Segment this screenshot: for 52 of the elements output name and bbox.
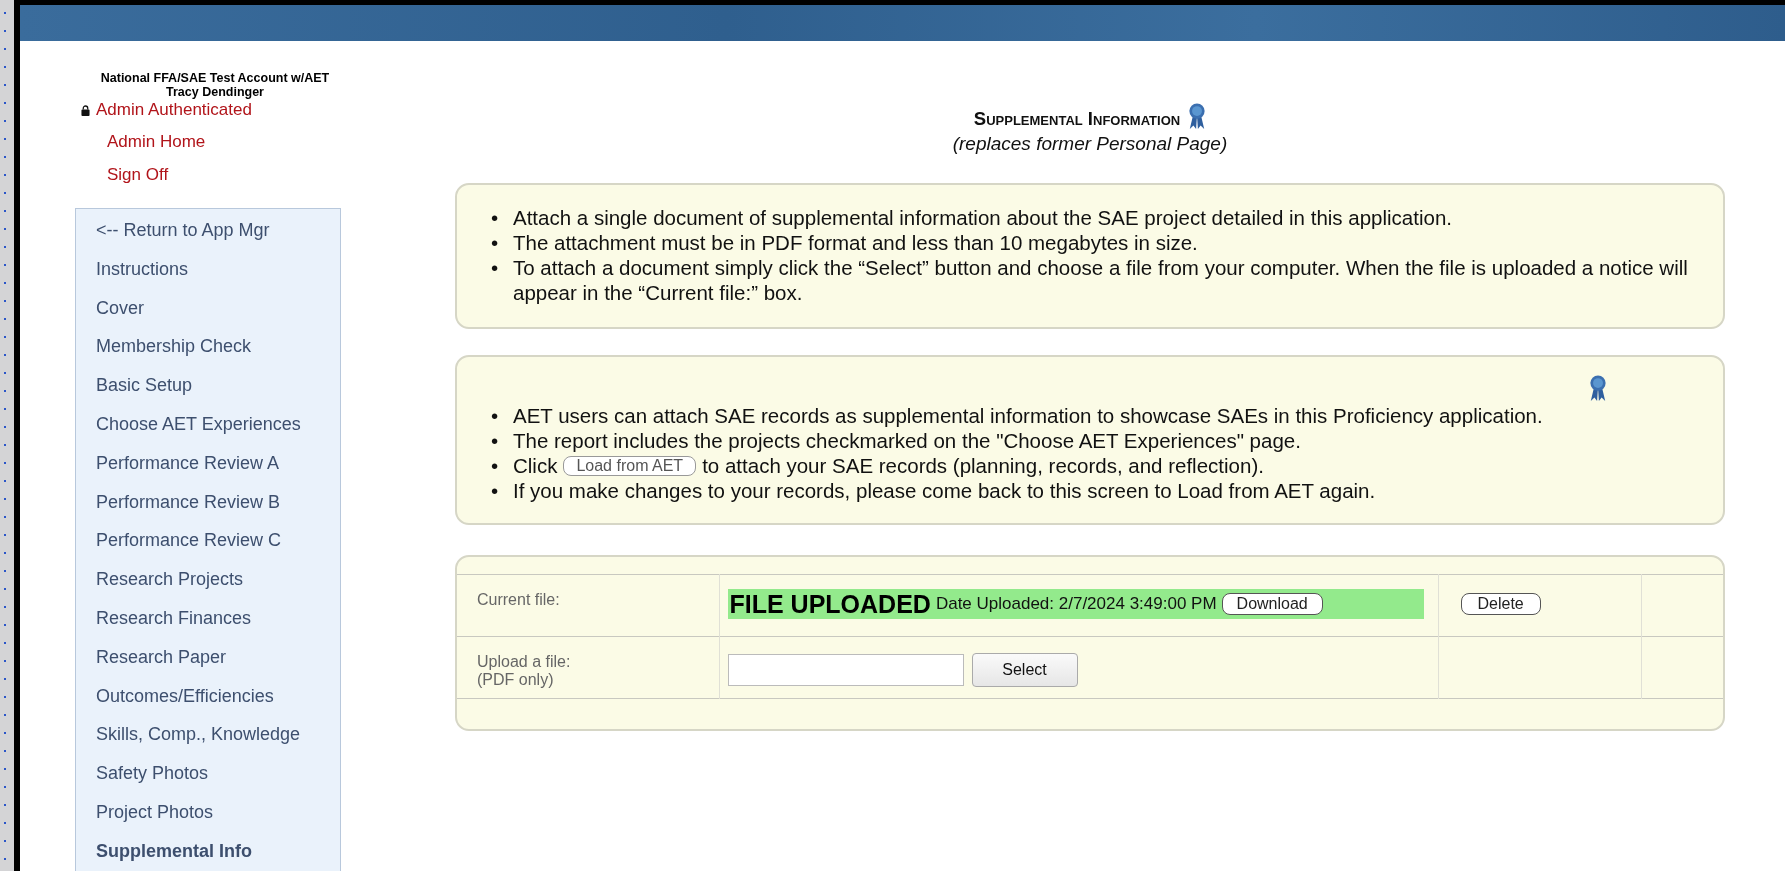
sidebar-item[interactable]: Choose AET Experiences <box>76 405 340 444</box>
sidebar-item[interactable]: Research Finances <box>76 598 340 638</box>
bullet-marker: • <box>491 453 500 478</box>
instruction-text: To attach a document simply click the “Select” button and choose a file from your computer. When the file is uploaded a notice will appear in the “Current file:” box. <box>513 255 1689 305</box>
ribbon-icon <box>1589 375 1607 402</box>
sidebar-item[interactable]: Performance Review B <box>76 482 340 522</box>
sidebar-item[interactable]: Research Paper <box>76 637 340 677</box>
bullet-marker: • <box>491 255 500 280</box>
page-title: Supplemental Information <box>973 108 1181 130</box>
field-note: (PDF only) <box>477 671 555 689</box>
sidebar-item[interactable]: Skills, Comp., Knowledge <box>76 715 340 755</box>
auth-status: Admin Authenticated <box>96 100 252 120</box>
lock-icon <box>81 104 90 116</box>
header-link[interactable]: Sign Off <box>107 163 169 186</box>
select-button[interactable]: Select <box>971 653 1078 687</box>
sidebar-item[interactable]: Research Projects <box>76 560 340 599</box>
bullet-marker: • <box>491 403 500 428</box>
upload-date: Date Uploaded: 2/7/2024 3:49:00 PM <box>935 594 1217 614</box>
sidebar-item[interactable]: Cover <box>76 288 340 328</box>
header-link[interactable]: Admin Home <box>107 130 206 153</box>
bullet-marker: • <box>491 205 500 230</box>
page-subtitle: (replaces former Personal Page) <box>951 133 1229 155</box>
notice-text: AET users can attach SAE records as supplemental information to showcase SAEs in this Proficiency application. <box>513 403 1543 428</box>
instruction-text: Attach a single document of supplemental information about the SAE project detailed in this application. <box>513 205 1453 230</box>
sidebar-item[interactable]: <-- Return to App Mgr <box>76 211 340 250</box>
account-name: National FFA/SAE Test Account w/AET <box>99 71 331 85</box>
file-name-field[interactable] <box>727 654 964 686</box>
sidebar-item[interactable]: Supplemental Info <box>76 831 340 871</box>
sidebar-item[interactable]: Performance Review A <box>76 443 340 483</box>
sidebar-item[interactable]: Safety Photos <box>76 754 340 793</box>
sidebar-item[interactable]: Project Photos <box>76 792 340 832</box>
download-button[interactable]: Download <box>1221 593 1323 615</box>
notice-text: The report includes the projects checkmarked on the "Choose AET Experiences" page. <box>513 428 1301 453</box>
bullet-marker: • <box>491 428 500 453</box>
field-label: Upload a file: <box>477 653 572 671</box>
instruction-text: The attachment must be in PDF format and less than 10 megabytes in size. <box>513 230 1198 255</box>
notice-text: If you make changes to your records, please come back to this screen to Load from AET again. <box>513 478 1376 503</box>
field-label: Current file: <box>477 591 560 608</box>
sidebar-item[interactable]: Outcomes/Efficiencies <box>76 676 340 716</box>
upload-status: FILE UPLOADED <box>729 589 931 619</box>
ribbon-icon <box>1188 103 1207 130</box>
notice-text: to attach your SAE records (planning, records, and reflection). <box>702 453 1264 478</box>
user-name: Tracy Dendinger <box>165 85 265 99</box>
sidebar-item[interactable]: Basic Setup <box>76 366 340 405</box>
sidebar-item[interactable]: Performance Review C <box>76 521 340 561</box>
sidebar-item[interactable]: Membership Check <box>76 327 340 367</box>
bullet-marker: • <box>491 230 500 255</box>
load-from-aet-button[interactable]: Load from AET <box>563 455 697 476</box>
delete-button[interactable]: Delete <box>1460 593 1541 615</box>
bullet-marker: • <box>491 478 500 503</box>
notice-text: Click <box>513 453 558 478</box>
sidebar-item[interactable]: Instructions <box>76 249 340 289</box>
